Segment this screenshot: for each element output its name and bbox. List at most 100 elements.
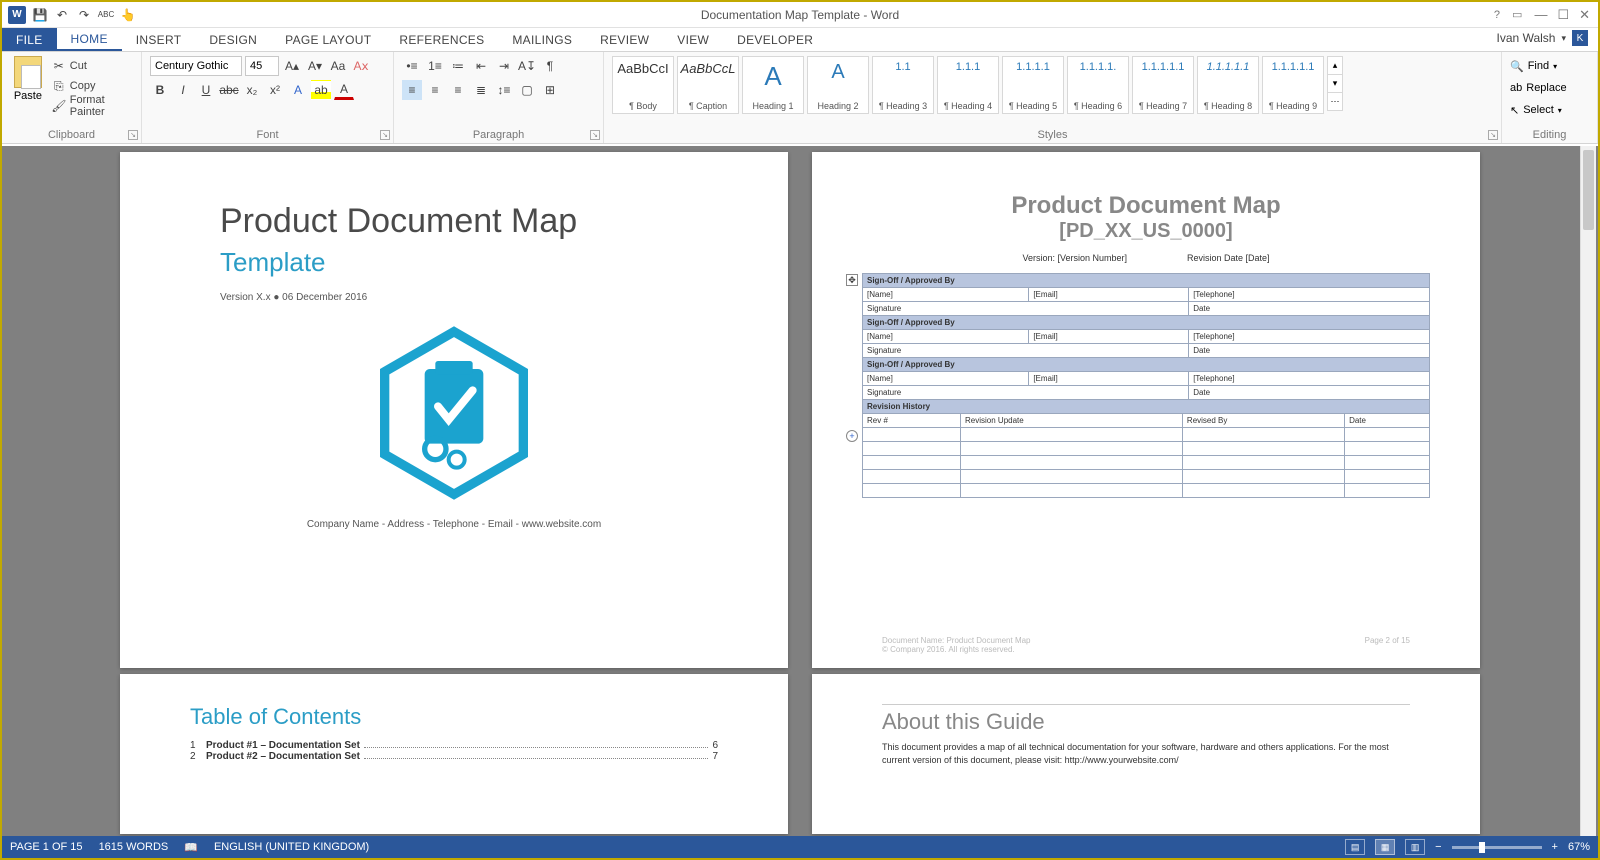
style-heading9[interactable]: 1.1.1.1.1¶ Heading 9	[1262, 56, 1324, 114]
borders-icon[interactable]: ⊞	[540, 80, 560, 100]
zoom-out-icon[interactable]: −	[1435, 841, 1441, 853]
spellcheck-icon[interactable]: ABC	[98, 7, 114, 23]
restore-icon[interactable]: ☐	[1557, 7, 1569, 23]
subscript-icon[interactable]: x₂	[242, 80, 262, 100]
status-language[interactable]: ENGLISH (UNITED KINGDOM)	[214, 841, 369, 853]
status-proofing-icon[interactable]: 📖	[184, 841, 198, 854]
vertical-scrollbar[interactable]	[1580, 146, 1596, 836]
italic-icon[interactable]: I	[173, 80, 193, 100]
format-painter-button[interactable]: 🖌Format Painter	[52, 96, 133, 116]
align-left-icon[interactable]: ≡	[402, 80, 422, 100]
copy-icon: ⎘	[52, 79, 66, 93]
style-heading8[interactable]: 1.1.1.1.1¶ Heading 8	[1197, 56, 1259, 114]
font-dialog-launcher-icon[interactable]: ↘	[380, 130, 390, 140]
bold-icon[interactable]: B	[150, 80, 170, 100]
close-icon[interactable]: ✕	[1579, 7, 1590, 23]
document-area[interactable]: Product Document Map Template Version X.…	[2, 146, 1598, 836]
increase-indent-icon[interactable]: ⇥	[494, 56, 514, 76]
copy-button[interactable]: ⎘Copy	[52, 76, 133, 96]
page-3[interactable]: Table of Contents 1 Product #1 – Documen…	[120, 674, 788, 834]
user-account[interactable]: Ivan Walsh ▾ K	[1497, 30, 1588, 46]
paragraph-dialog-launcher-icon[interactable]: ↘	[590, 130, 600, 140]
read-mode-icon[interactable]: ▤	[1345, 839, 1365, 855]
tab-mailings[interactable]: MAILINGS	[498, 28, 586, 51]
doc-version: Version X.x ● 06 December 2016	[220, 292, 718, 303]
styles-more-icon[interactable]: ⋯	[1327, 92, 1343, 111]
tab-page-layout[interactable]: PAGE LAYOUT	[271, 28, 385, 51]
align-right-icon[interactable]: ≡	[448, 80, 468, 100]
select-button[interactable]: ↖Select▾	[1510, 100, 1567, 120]
replace-button[interactable]: abReplace	[1510, 78, 1567, 98]
tab-file[interactable]: FILE	[2, 28, 57, 51]
zoom-slider[interactable]	[1452, 846, 1542, 849]
minimize-icon[interactable]: —	[1534, 7, 1547, 23]
superscript-icon[interactable]: x²	[265, 80, 285, 100]
style-heading2[interactable]: AHeading 2	[807, 56, 869, 114]
zoom-in-icon[interactable]: +	[1552, 841, 1558, 853]
bullets-icon[interactable]: •≡	[402, 56, 422, 76]
shrink-font-icon[interactable]: A▾	[305, 56, 325, 76]
numbering-icon[interactable]: 1≡	[425, 56, 445, 76]
paste-button[interactable]: Paste	[10, 56, 46, 102]
styles-dialog-launcher-icon[interactable]: ↘	[1488, 130, 1498, 140]
table-move-handle-icon[interactable]: ✥	[846, 274, 858, 286]
page-4[interactable]: About this Guide This document provides …	[812, 674, 1480, 834]
save-icon[interactable]: 💾	[32, 7, 48, 23]
grow-font-icon[interactable]: A▴	[282, 56, 302, 76]
strikethrough-icon[interactable]: abc	[219, 80, 239, 100]
web-layout-icon[interactable]: ▥	[1405, 839, 1425, 855]
sort-icon[interactable]: A↧	[517, 56, 537, 76]
zoom-level[interactable]: 67%	[1568, 841, 1590, 853]
tab-design[interactable]: DESIGN	[195, 28, 271, 51]
style-heading6[interactable]: 1.1.1.1.¶ Heading 6	[1067, 56, 1129, 114]
clear-formatting-icon[interactable]: Aⅹ	[351, 56, 371, 76]
page-1[interactable]: Product Document Map Template Version X.…	[120, 152, 788, 668]
status-page[interactable]: PAGE 1 OF 15	[10, 841, 83, 853]
decrease-indent-icon[interactable]: ⇤	[471, 56, 491, 76]
scrollbar-thumb[interactable]	[1583, 150, 1594, 230]
tab-references[interactable]: REFERENCES	[385, 28, 498, 51]
font-size-select[interactable]: 45	[245, 56, 279, 76]
multilevel-list-icon[interactable]: ≔	[448, 56, 468, 76]
style-heading7[interactable]: 1.1.1.1.1¶ Heading 7	[1132, 56, 1194, 114]
font-color-icon[interactable]: A	[334, 80, 354, 100]
tab-view[interactable]: VIEW	[663, 28, 723, 51]
find-button[interactable]: 🔍Find▾	[1510, 56, 1567, 76]
line-spacing-icon[interactable]: ↕≡	[494, 80, 514, 100]
style-heading1[interactable]: AHeading 1	[742, 56, 804, 114]
table-insert-handle-icon[interactable]: +	[846, 430, 858, 442]
shading-icon[interactable]: ▢	[517, 80, 537, 100]
style-body[interactable]: AaBbCcI¶ Body	[612, 56, 674, 114]
change-case-icon[interactable]: Aa	[328, 56, 348, 76]
style-heading3[interactable]: 1.1¶ Heading 3	[872, 56, 934, 114]
show-marks-icon[interactable]: ¶	[540, 56, 560, 76]
ribbon-display-icon[interactable]: ▭	[1512, 8, 1522, 21]
tab-developer[interactable]: DEVELOPER	[723, 28, 827, 51]
print-layout-icon[interactable]: ▦	[1375, 839, 1395, 855]
status-words[interactable]: 1615 WORDS	[99, 841, 169, 853]
revision-table[interactable]: Rev #Revision UpdateRevised ByDate	[862, 413, 1430, 498]
page-2[interactable]: Product Document Map [PD_XX_US_0000] Ver…	[812, 152, 1480, 668]
highlight-icon[interactable]: ab	[311, 80, 331, 100]
font-name-select[interactable]: Century Gothic	[150, 56, 242, 76]
help-icon[interactable]: ?	[1494, 9, 1500, 21]
tab-review[interactable]: REVIEW	[586, 28, 663, 51]
touch-mode-icon[interactable]: 👆	[120, 7, 136, 23]
justify-icon[interactable]: ≣	[471, 80, 491, 100]
styles-scroll-down-icon[interactable]: ▾	[1327, 74, 1343, 93]
styles-gallery[interactable]: AaBbCcI¶ Body AaBbCcL¶ Caption AHeading …	[612, 56, 1493, 114]
tab-home[interactable]: HOME	[57, 28, 122, 51]
cut-button[interactable]: ✂Cut	[52, 56, 133, 76]
styles-scroll-up-icon[interactable]: ▴	[1327, 56, 1343, 75]
clipboard-dialog-launcher-icon[interactable]: ↘	[128, 130, 138, 140]
tab-insert[interactable]: INSERT	[122, 28, 196, 51]
style-heading4[interactable]: 1.1.1¶ Heading 4	[937, 56, 999, 114]
underline-icon[interactable]: U	[196, 80, 216, 100]
style-heading5[interactable]: 1.1.1.1¶ Heading 5	[1002, 56, 1064, 114]
undo-icon[interactable]: ↶	[54, 7, 70, 23]
align-center-icon[interactable]: ≡	[425, 80, 445, 100]
redo-icon[interactable]: ↷	[76, 7, 92, 23]
text-effects-icon[interactable]: A	[288, 80, 308, 100]
signoff-table[interactable]: Sign-Off / Approved By [Name][Email][Tel…	[862, 273, 1430, 414]
style-caption[interactable]: AaBbCcL¶ Caption	[677, 56, 739, 114]
